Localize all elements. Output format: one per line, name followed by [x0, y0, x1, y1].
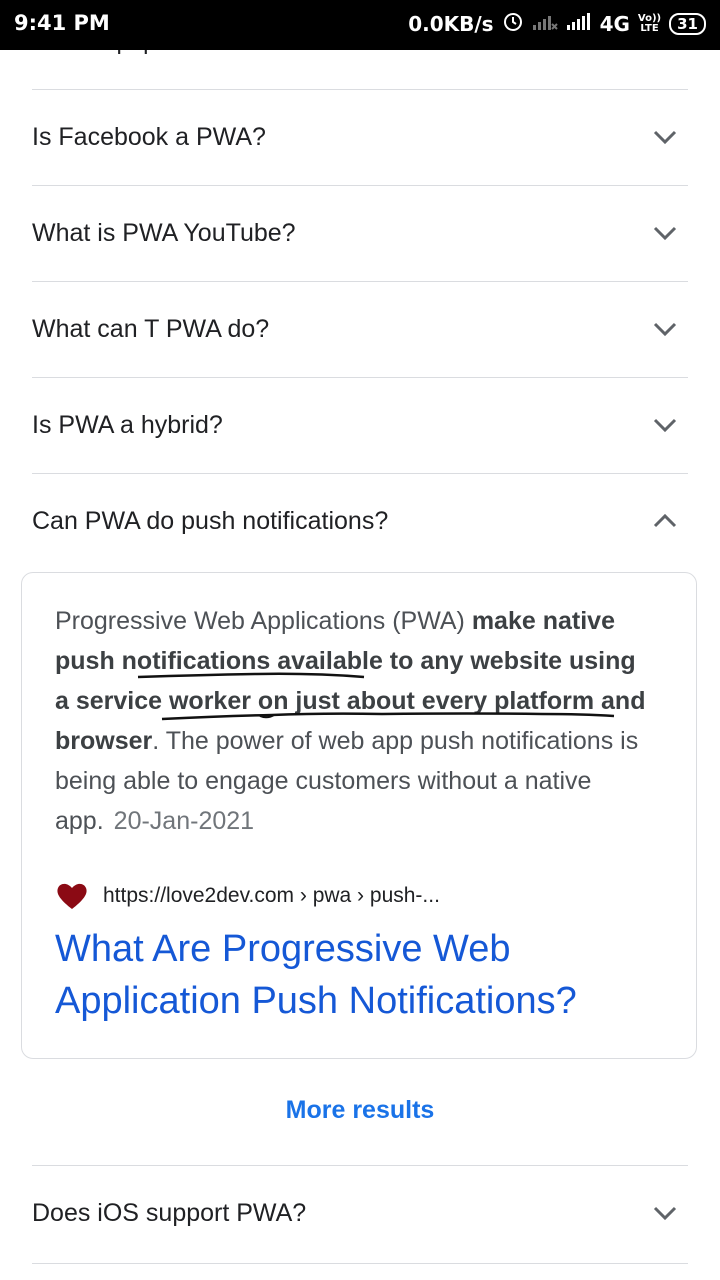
answer-snippet: Progressive Web Applications (PWA) make …: [55, 601, 655, 841]
network-speed: 0.0KB/s: [408, 11, 494, 36]
status-bar: 9:41 PM 0.0KB/s 4G Vo)) LTE 31: [0, 0, 720, 50]
status-time: 9:41 PM: [14, 11, 110, 35]
question-row[interactable]: Does iOS support PWA?: [32, 1165, 688, 1264]
volte-top: Vo)): [637, 12, 662, 24]
more-results-button[interactable]: More results: [0, 1096, 720, 1125]
chevron-down-icon[interactable]: [652, 1202, 678, 1224]
chevron-down-icon[interactable]: [652, 222, 678, 244]
question-label: What can T PWA do?: [32, 315, 270, 343]
people-also-ask-list: Is Facebook a PWA? What is PWA YouTube? …: [32, 89, 688, 569]
question-label: Can PWA do push notifications?: [32, 507, 389, 535]
question-label: Does iOS support PWA?: [32, 1199, 307, 1227]
result-source[interactable]: https://love2dev.com › pwa › push-...: [55, 881, 440, 911]
signal-icon-sim2: [566, 11, 592, 36]
source-url: https://love2dev.com › pwa › push-...: [103, 884, 440, 907]
snippet-date: 20-Jan-2021: [113, 807, 255, 835]
question-row[interactable]: Is PWA a hybrid?: [32, 377, 688, 473]
chevron-up-icon[interactable]: [652, 510, 678, 532]
snippet-intro: Progressive Web Applications (PWA): [55, 607, 472, 635]
battery-icon: 31: [669, 12, 706, 35]
result-title-link[interactable]: What Are Progressive Web Application Pus…: [55, 923, 655, 1027]
signal-icon-sim1: [532, 11, 558, 36]
question-row-expanded[interactable]: Can PWA do push notifications?: [32, 473, 688, 569]
status-right: 0.0KB/s 4G Vo)) LTE 31: [408, 10, 706, 37]
site-favicon-heart-icon: [57, 883, 87, 909]
people-also-ask-list-more: Does iOS support PWA?: [32, 1165, 688, 1264]
answer-card: Progressive Web Applications (PWA) make …: [21, 572, 697, 1059]
chevron-down-icon[interactable]: [652, 126, 678, 148]
question-row[interactable]: What is PWA YouTube?: [32, 185, 688, 281]
question-label: What is PWA YouTube?: [32, 219, 296, 247]
question-row[interactable]: What can T PWA do?: [32, 281, 688, 377]
alarm-icon: [502, 10, 524, 37]
volte-bottom: LTE: [640, 22, 659, 34]
question-label: Is PWA a hybrid?: [32, 411, 223, 439]
question-row[interactable]: Is Facebook a PWA?: [32, 89, 688, 185]
chevron-down-icon[interactable]: [652, 414, 678, 436]
volte-indicator: Vo)) LTE: [637, 12, 662, 34]
question-label: Is Facebook a PWA?: [32, 123, 266, 151]
network-type: 4G: [599, 11, 630, 36]
chevron-down-icon[interactable]: [652, 318, 678, 340]
